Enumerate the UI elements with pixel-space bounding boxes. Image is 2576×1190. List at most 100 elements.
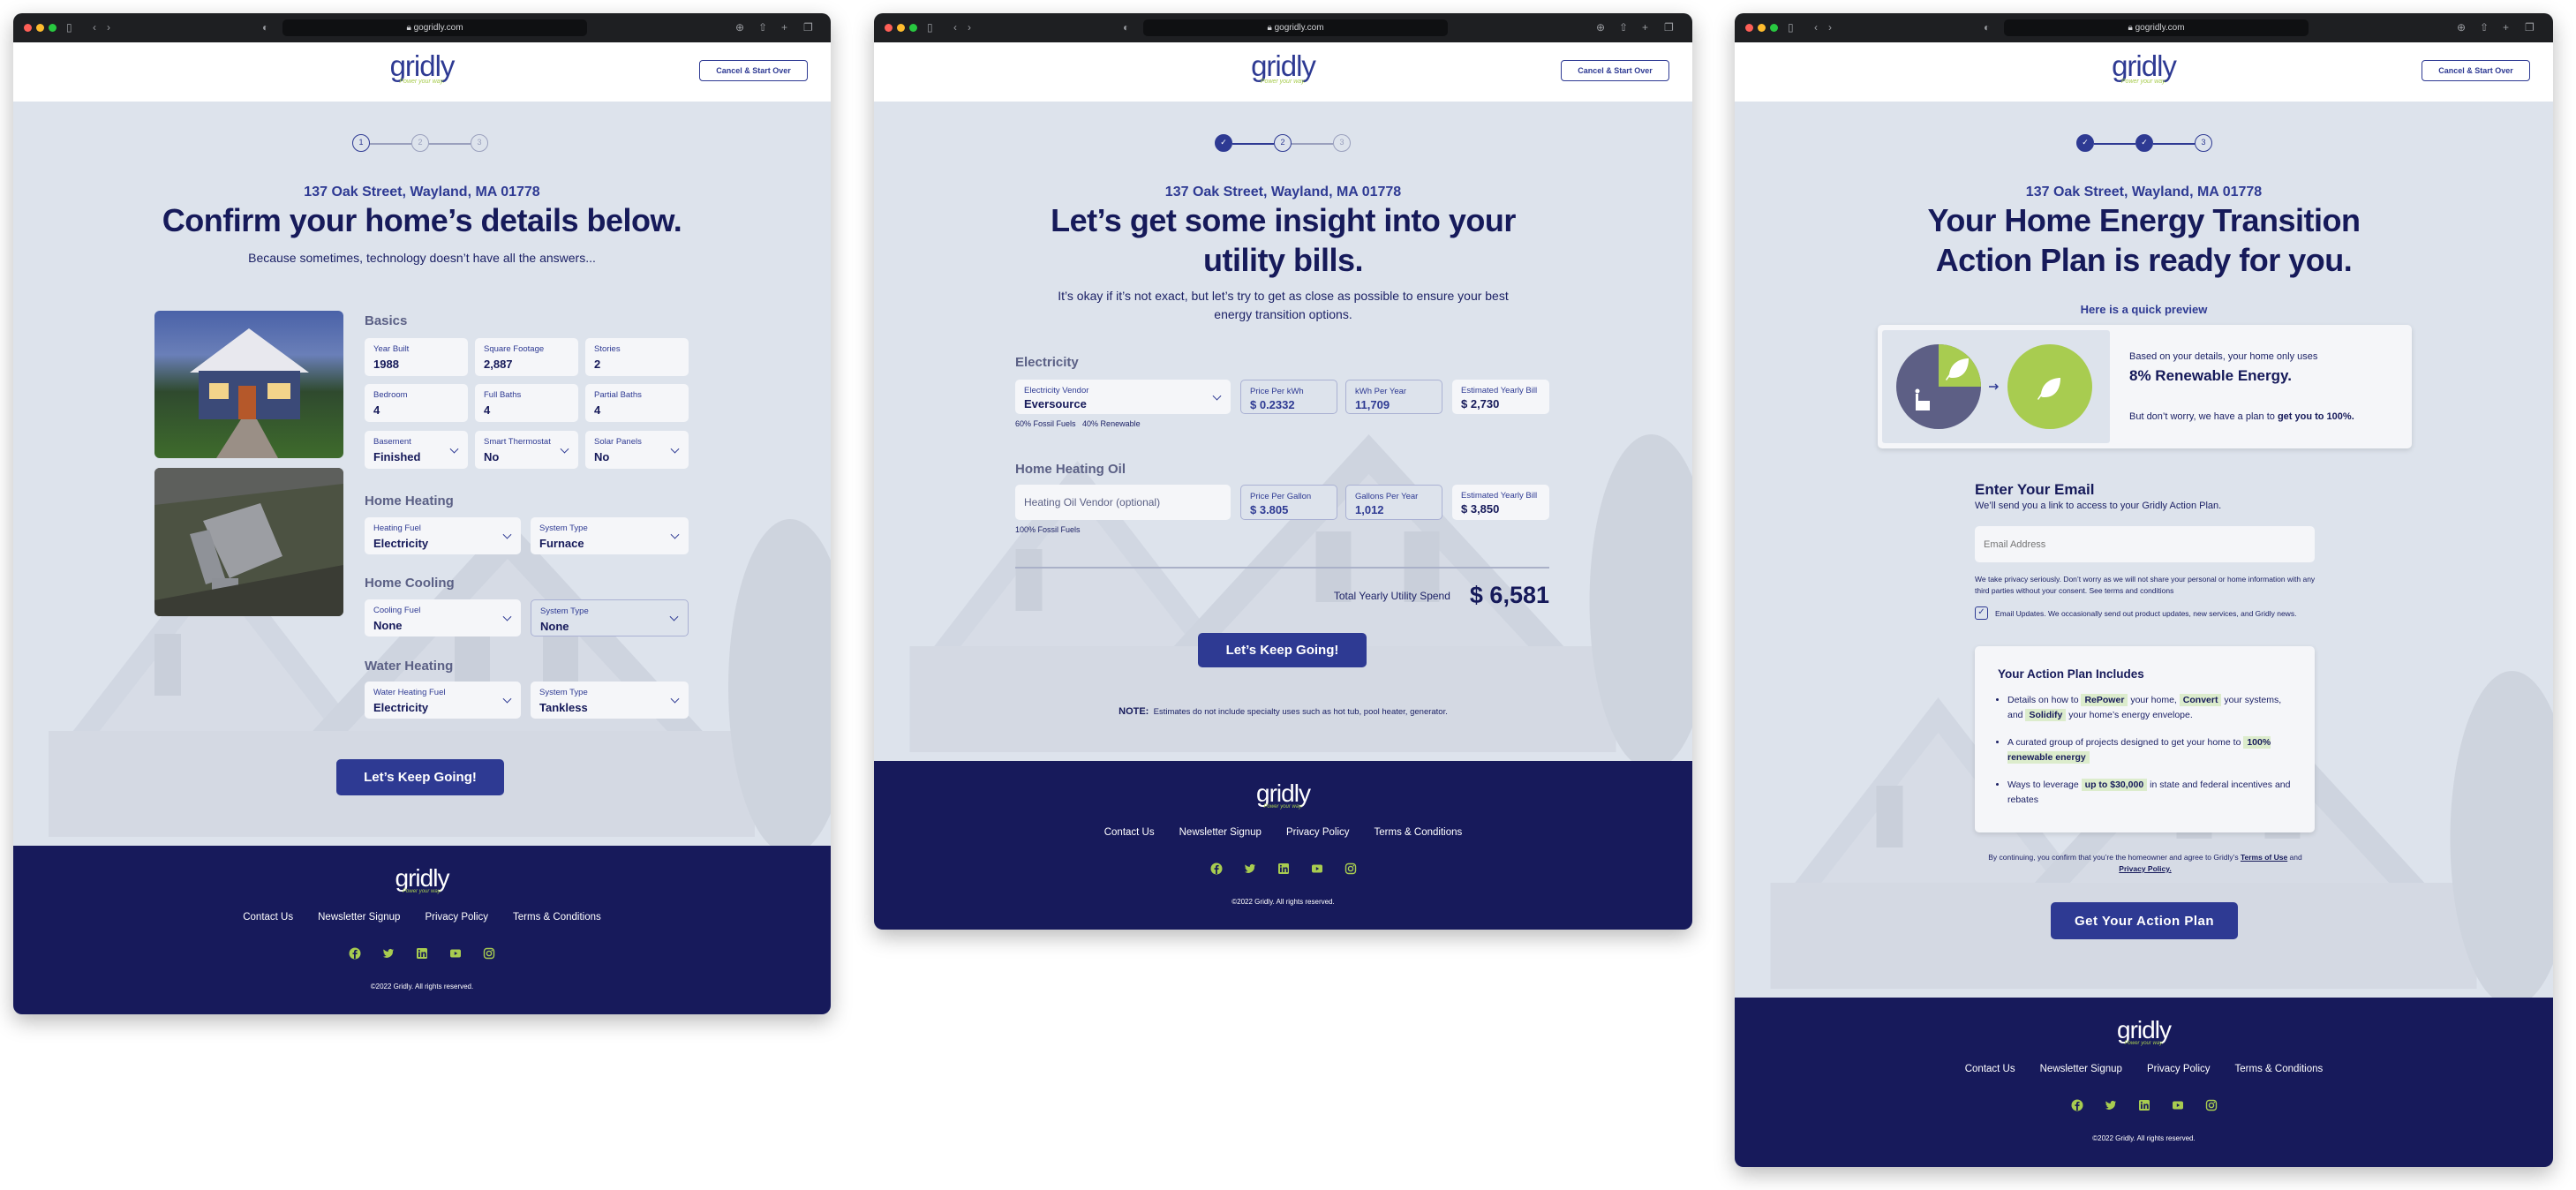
new-tab-icon[interactable]: + — [781, 21, 787, 34]
gridly-logo[interactable]: gridly Power your way. — [2112, 51, 2177, 86]
terms-of-use-link[interactable]: Terms of Use — [2241, 853, 2287, 862]
facebook-icon[interactable] — [2071, 1099, 2083, 1111]
sidebar-icon[interactable]: ▯ — [1788, 21, 1794, 34]
instagram-icon[interactable] — [483, 947, 495, 960]
address-bar[interactable]: 🔒︎ gogridly.com — [2004, 19, 2309, 36]
footer-link-privacy[interactable]: Privacy Policy — [1286, 827, 1350, 838]
plan-item: A curated group of projects designed to … — [2007, 735, 2292, 765]
full-baths-field[interactable]: Full Baths 4 — [475, 384, 578, 422]
email-updates-option[interactable]: ✓ Email Updates. We occasionally send ou… — [1975, 606, 2296, 620]
heating-fuel-select[interactable]: Heating Fuel Electricity — [365, 517, 521, 554]
gallons-per-year-field[interactable]: Gallons Per Year 1,012 — [1345, 485, 1442, 520]
keep-going-button[interactable]: Let’s Keep Going! — [1198, 633, 1367, 667]
footer-link-terms[interactable]: Terms & Conditions — [513, 912, 601, 923]
footer-link-contact[interactable]: Contact Us — [1104, 827, 1155, 838]
back-icon[interactable]: ‹ — [953, 21, 957, 34]
share-icon[interactable]: ⇧ — [1619, 21, 1628, 34]
download-icon[interactable]: ⊕ — [1596, 21, 1605, 34]
email-input[interactable] — [1975, 526, 2315, 562]
tabs-icon[interactable]: ❐ — [2525, 21, 2535, 34]
sidebar-icon[interactable]: ▯ — [927, 21, 933, 34]
electricity-vendor-select[interactable]: Electricity Vendor Eversource — [1015, 380, 1231, 414]
address-bar[interactable]: 🔒︎ gogridly.com — [282, 19, 587, 36]
linkedin-icon[interactable] — [416, 947, 428, 960]
water-system-type-select[interactable]: System Type Tankless — [531, 682, 689, 719]
footer-link-terms[interactable]: Terms & Conditions — [2235, 1064, 2324, 1074]
heating-oil-vendor-input[interactable]: Heating Oil Vendor (optional) — [1015, 485, 1231, 520]
sidebar-icon[interactable]: ▯ — [66, 21, 72, 34]
footer-logo[interactable]: gridly Power your way. — [1256, 780, 1311, 810]
shield-icon[interactable]: ◐ — [1123, 21, 1129, 34]
field-value: 2,887 — [484, 358, 513, 371]
linkedin-icon[interactable] — [2138, 1099, 2150, 1111]
privacy-policy-link[interactable]: Privacy Policy. — [2119, 864, 2171, 873]
footer-logo[interactable]: gridly Power your way. — [2117, 1017, 2172, 1047]
gridly-logo[interactable]: gridly Power your way. — [390, 51, 456, 86]
footer-link-contact[interactable]: Contact Us — [1965, 1064, 2015, 1074]
field-label: Year Built — [373, 344, 410, 354]
shield-icon[interactable]: ◐ — [1984, 21, 1990, 34]
footer-logo[interactable]: gridly Power your way. — [395, 865, 450, 895]
linkedin-icon[interactable] — [1277, 862, 1290, 875]
get-action-plan-button[interactable]: Get Your Action Plan — [2051, 902, 2238, 939]
forward-icon[interactable]: › — [107, 21, 110, 34]
background-house-image — [49, 519, 831, 846]
twitter-icon[interactable] — [382, 947, 395, 960]
facebook-icon[interactable] — [1210, 862, 1223, 875]
window-controls[interactable] — [1745, 24, 1778, 32]
price-per-kwh-field[interactable]: Price Per kWh $ 0.2332 — [1240, 380, 1337, 414]
footer-link-newsletter[interactable]: Newsletter Signup — [2040, 1064, 2122, 1074]
new-tab-icon[interactable]: + — [1642, 21, 1648, 34]
footer-link-newsletter[interactable]: Newsletter Signup — [318, 912, 400, 923]
cancel-start-over-button[interactable]: Cancel & Start Over — [1561, 60, 1669, 81]
address-bar[interactable]: 🔒︎ gogridly.com — [1143, 19, 1448, 36]
cooling-system-type-select[interactable]: System Type None — [531, 599, 689, 636]
partial-baths-field[interactable]: Partial Baths 4 — [585, 384, 689, 422]
kwh-per-year-field[interactable]: kWh Per Year 11,709 — [1345, 380, 1442, 414]
bedroom-field[interactable]: Bedroom 4 — [365, 384, 468, 422]
twitter-icon[interactable] — [1244, 862, 1256, 875]
tabs-icon[interactable]: ❐ — [1664, 21, 1674, 34]
basement-select[interactable]: Basement Finished — [365, 431, 468, 469]
footer-link-privacy[interactable]: Privacy Policy — [2147, 1064, 2211, 1074]
forward-icon[interactable]: › — [968, 21, 971, 34]
instagram-icon[interactable] — [1344, 862, 1357, 875]
back-icon[interactable]: ‹ — [93, 21, 96, 34]
download-icon[interactable]: ⊕ — [2457, 21, 2466, 34]
footer-link-newsletter[interactable]: Newsletter Signup — [1179, 827, 1262, 838]
facebook-icon[interactable] — [349, 947, 361, 960]
share-icon[interactable]: ⇧ — [2480, 21, 2489, 34]
download-icon[interactable]: ⊕ — [735, 21, 744, 34]
forward-icon[interactable]: › — [1828, 21, 1832, 34]
new-tab-icon[interactable]: + — [2503, 21, 2509, 34]
field-value: Furnace — [539, 537, 584, 550]
youtube-icon[interactable] — [1311, 862, 1323, 875]
email-updates-checkbox[interactable]: ✓ — [1975, 606, 1988, 620]
shield-icon[interactable]: ◐ — [262, 21, 268, 34]
instagram-icon[interactable] — [2205, 1099, 2218, 1111]
youtube-icon[interactable] — [2172, 1099, 2184, 1111]
smart-thermostat-select[interactable]: Smart Thermostat No — [475, 431, 578, 469]
square-footage-field[interactable]: Square Footage 2,887 — [475, 338, 578, 376]
keep-going-button[interactable]: Let’s Keep Going! — [336, 759, 504, 795]
footer-link-terms[interactable]: Terms & Conditions — [1375, 827, 1463, 838]
window-controls[interactable] — [24, 24, 56, 32]
water-heating-fuel-select[interactable]: Water Heating Fuel Electricity — [365, 682, 521, 719]
footer-link-contact[interactable]: Contact Us — [243, 912, 293, 923]
tabs-icon[interactable]: ❐ — [803, 21, 813, 34]
price-per-gallon-field[interactable]: Price Per Gallon $ 3.805 — [1240, 485, 1337, 520]
cooling-fuel-select[interactable]: Cooling Fuel None — [365, 599, 521, 636]
window-controls[interactable] — [885, 24, 917, 32]
share-icon[interactable]: ⇧ — [758, 21, 767, 34]
twitter-icon[interactable] — [2105, 1099, 2117, 1111]
stories-field[interactable]: Stories 2 — [585, 338, 689, 376]
back-icon[interactable]: ‹ — [1814, 21, 1818, 34]
footer-link-privacy[interactable]: Privacy Policy — [425, 912, 488, 923]
cancel-start-over-button[interactable]: Cancel & Start Over — [699, 60, 808, 81]
solar-panels-select[interactable]: Solar Panels No — [585, 431, 689, 469]
cancel-start-over-button[interactable]: Cancel & Start Over — [2422, 60, 2530, 81]
gridly-logo[interactable]: gridly Power your way. — [1251, 51, 1316, 86]
youtube-icon[interactable] — [449, 947, 462, 960]
heating-system-type-select[interactable]: System Type Furnace — [531, 517, 689, 554]
year-built-field[interactable]: Year Built 1988 — [365, 338, 468, 376]
